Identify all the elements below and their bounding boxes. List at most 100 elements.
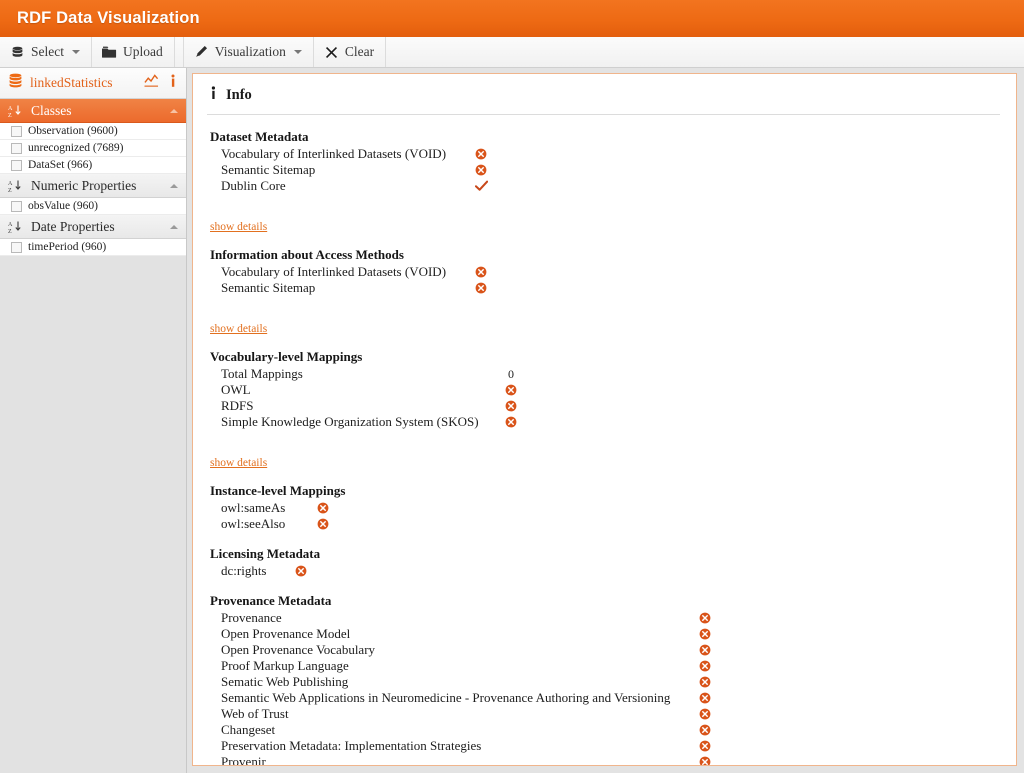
svg-text:Z: Z <box>8 113 12 118</box>
sidebar-group-label: Numeric Properties <box>31 177 137 193</box>
info-row: Preservation Metadata: Implementation St… <box>207 738 1000 754</box>
info-row: OWL <box>207 382 1000 398</box>
chevron-down-icon <box>72 50 80 54</box>
checkbox[interactable] <box>11 241 22 253</box>
status-cross-icon <box>295 565 307 577</box>
info-row-label: OWL <box>221 382 251 397</box>
info-row-label: owl:sameAs <box>221 500 286 515</box>
sidebar-item[interactable]: timePeriod (960) <box>0 239 186 256</box>
page-title: Info <box>226 87 252 103</box>
visualization-button-label: Visualization <box>214 44 286 59</box>
sort-az-icon: AZ <box>7 103 23 119</box>
sidebar-group-classes[interactable]: A Z Classes <box>0 99 186 123</box>
sidebar-item-label: Observation (9600) <box>28 125 118 137</box>
dataset-header[interactable]: linkedStatistics <box>0 68 186 99</box>
info-row: Simple Knowledge Organization System (SK… <box>207 414 1000 430</box>
toolbar-group-view: Visualization Clear <box>184 37 387 67</box>
info-row: Open Provenance Vocabulary <box>207 642 1000 658</box>
status-cross-icon <box>505 400 517 412</box>
info-row-label: Vocabulary of Interlinked Datasets (VOID… <box>221 146 447 161</box>
info-row-label: Total Mappings <box>221 366 303 381</box>
info-row-label: Semantic Sitemap <box>221 280 316 295</box>
info-row-label: RDFS <box>221 398 254 413</box>
chevron-up-icon[interactable] <box>170 224 178 229</box>
main-toolbar: Select Upload Visualization Clear <box>0 37 1024 68</box>
info-row: Dublin Core <box>207 178 1000 194</box>
svg-text:Z: Z <box>8 229 12 234</box>
sidebar-item[interactable]: Observation (9600) <box>0 123 186 140</box>
database-icon <box>10 45 25 60</box>
status-cross-icon <box>699 708 711 720</box>
clear-button-label: Clear <box>344 44 375 59</box>
app-title: RDF Data Visualization <box>17 9 200 27</box>
info-row: Semantic Sitemap <box>207 280 1000 296</box>
status-cross-icon <box>475 164 487 176</box>
info-row: Changeset <box>207 722 1000 738</box>
info-row-label: Open Provenance Model <box>221 626 351 641</box>
info-row: Open Provenance Model <box>207 626 1000 642</box>
sidebar-group-numeric-properties[interactable]: A Z Numeric Properties <box>0 174 186 198</box>
status-cross-icon <box>699 724 711 736</box>
info-section: Dataset Metadata Vocabulary of Interlinke… <box>207 129 1000 245</box>
info-row-label: Changeset <box>221 722 276 737</box>
status-cross-icon <box>475 148 487 160</box>
sidebar-group-label: Classes <box>31 102 72 118</box>
show-details-link[interactable]: show details <box>210 323 267 335</box>
info-row-label: Proof Markup Language <box>221 658 349 673</box>
select-button[interactable]: Select <box>0 37 92 67</box>
sidebar-item-label: timePeriod (960) <box>28 241 107 253</box>
upload-button[interactable]: Upload <box>92 37 174 67</box>
info-row: RDFS <box>207 398 1000 414</box>
status-cross-icon <box>699 756 711 765</box>
info-row: Semantic Web Applications in Neuromedici… <box>207 690 1000 706</box>
sidebar-item[interactable]: DataSet (966) <box>0 157 186 174</box>
checkbox[interactable] <box>11 200 22 212</box>
app-window: RDF Data Visualization Select Upload Vis… <box>0 0 1024 773</box>
divider <box>207 114 1000 115</box>
status-cross-icon <box>317 518 329 530</box>
info-row: Provenir <box>207 754 1000 765</box>
upload-button-label: Upload <box>123 44 163 59</box>
toolbar-separator <box>175 37 184 67</box>
status-cross-icon <box>475 266 487 278</box>
chevron-up-icon[interactable] <box>170 108 178 113</box>
sidebar-group-label: Date Properties <box>31 218 115 234</box>
info-row-label: Semantic Web Applications in Neuromedici… <box>221 690 671 705</box>
status-value: 0 <box>508 366 514 381</box>
info-section: Vocabulary-level Mappings Total Mappings 0… <box>207 349 1000 481</box>
info-section-title: Provenance Metadata <box>210 593 332 608</box>
sidebar-item[interactable]: obsValue (960) <box>0 198 186 215</box>
svg-text:A: A <box>8 181 13 187</box>
sidebar-item[interactable]: unrecognized (7689) <box>0 140 186 157</box>
info-icon[interactable] <box>169 74 177 93</box>
info-row: Vocabulary of Interlinked Datasets (VOID… <box>207 264 1000 280</box>
chevron-down-icon <box>293 50 302 54</box>
info-row-label: Dublin Core <box>221 178 286 193</box>
status-cross-icon <box>699 692 711 704</box>
info-row-label: Preservation Metadata: Implementation St… <box>221 738 482 753</box>
status-cross-icon <box>699 612 711 624</box>
info-section: Instance-level Mappings owl:sameAs owl:see… <box>207 483 1000 544</box>
show-details-link[interactable]: show details <box>210 221 267 233</box>
info-row: Sematic Web Publishing <box>207 674 1000 690</box>
info-row: dc:rights <box>207 563 1000 579</box>
status-cross-icon <box>505 384 517 396</box>
checkbox[interactable] <box>11 159 22 171</box>
checkbox[interactable] <box>11 142 22 154</box>
chart-icon[interactable] <box>144 73 159 93</box>
show-details-link[interactable]: show details <box>210 457 267 469</box>
info-row-label: Simple Knowledge Organization System (SK… <box>221 414 479 429</box>
info-panel-header: Info <box>207 86 1000 105</box>
visualization-button[interactable]: Visualization <box>184 37 314 67</box>
checkbox[interactable] <box>11 125 22 137</box>
info-row-label: Provenance <box>221 610 282 625</box>
folder-open-icon <box>102 45 117 60</box>
chevron-up-icon[interactable] <box>170 183 178 188</box>
info-row-label: Vocabulary of Interlinked Datasets (VOID… <box>221 264 447 279</box>
info-row: Vocabulary of Interlinked Datasets (VOID… <box>207 146 1000 162</box>
svg-text:A: A <box>8 106 13 112</box>
sidebar-group-date-properties[interactable]: A Z Date Properties <box>0 215 186 239</box>
clear-button[interactable]: Clear <box>314 37 385 67</box>
